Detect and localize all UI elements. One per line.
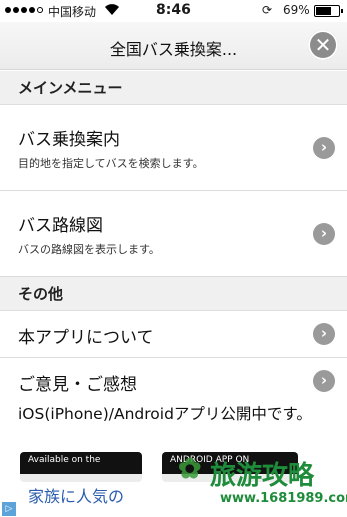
menu-item-subtitle: バスの路線図を表示します。 <box>18 243 160 256</box>
chevron-right-icon[interactable]: › <box>313 223 335 245</box>
carrier-label: 中国移动 <box>48 5 97 19</box>
chevron-right-icon[interactable]: › <box>313 137 335 159</box>
battery-percentage: 69% <box>283 3 310 17</box>
status-bar: 中国移动 8:46 ⟳ 69% <box>0 0 347 22</box>
chevron-right-icon[interactable]: › <box>313 323 335 345</box>
battery-level-fill <box>316 7 332 15</box>
close-button[interactable]: ✕ <box>308 30 338 60</box>
menu-item-bus-route-map[interactable]: バス路線図 バスの路線図を表示します。 › <box>0 191 347 277</box>
close-icon: ✕ <box>314 33 332 57</box>
watermark-title: 旅游攻略 <box>210 461 315 491</box>
ad-text: 家族に人気の <box>28 487 125 506</box>
watermark-url: www.1681989.com <box>220 491 347 506</box>
battery-icon <box>314 5 343 17</box>
menu-item-title: 本アプリについて <box>18 328 154 348</box>
wifi-icon <box>104 2 120 20</box>
menu-item-title: バス乗換案内 <box>18 130 120 150</box>
navigation-bar: 全国バス乗換案... ✕ <box>0 22 347 70</box>
rotation-lock-icon: ⟳ <box>262 3 273 17</box>
menu-item-subtitle: 目的地を指定してバスを検索します。 <box>18 157 204 170</box>
menu-item-about-app[interactable]: 本アプリについて › <box>0 311 347 358</box>
section-header-main-menu: メインメニュー <box>0 71 347 105</box>
menu-item-title: ご意見・ご感想 <box>18 375 137 395</box>
watermark-logo-icon: ✿ <box>178 452 202 485</box>
app-store-badge-label: Available on the <box>28 455 101 465</box>
clock: 8:46 <box>156 2 191 18</box>
signal-strength-icon <box>5 7 43 13</box>
page-title: 全国バス乗換案... <box>109 40 238 59</box>
menu-item-bus-transfer[interactable]: バス乗換案内 目的地を指定してバスを検索します。 › <box>0 105 347 191</box>
chevron-right-icon[interactable]: › <box>313 370 335 392</box>
menu-item-feedback[interactable]: ご意見・ご感想 › <box>0 358 347 404</box>
section-header-other: その他 <box>0 277 347 311</box>
ad-choices-icon[interactable]: ▷ <box>2 502 16 516</box>
menu-item-title: バス路線図 <box>18 216 103 236</box>
app-promo-text: iOS(iPhone)/Androidアプリ公開中です。 <box>18 405 312 423</box>
